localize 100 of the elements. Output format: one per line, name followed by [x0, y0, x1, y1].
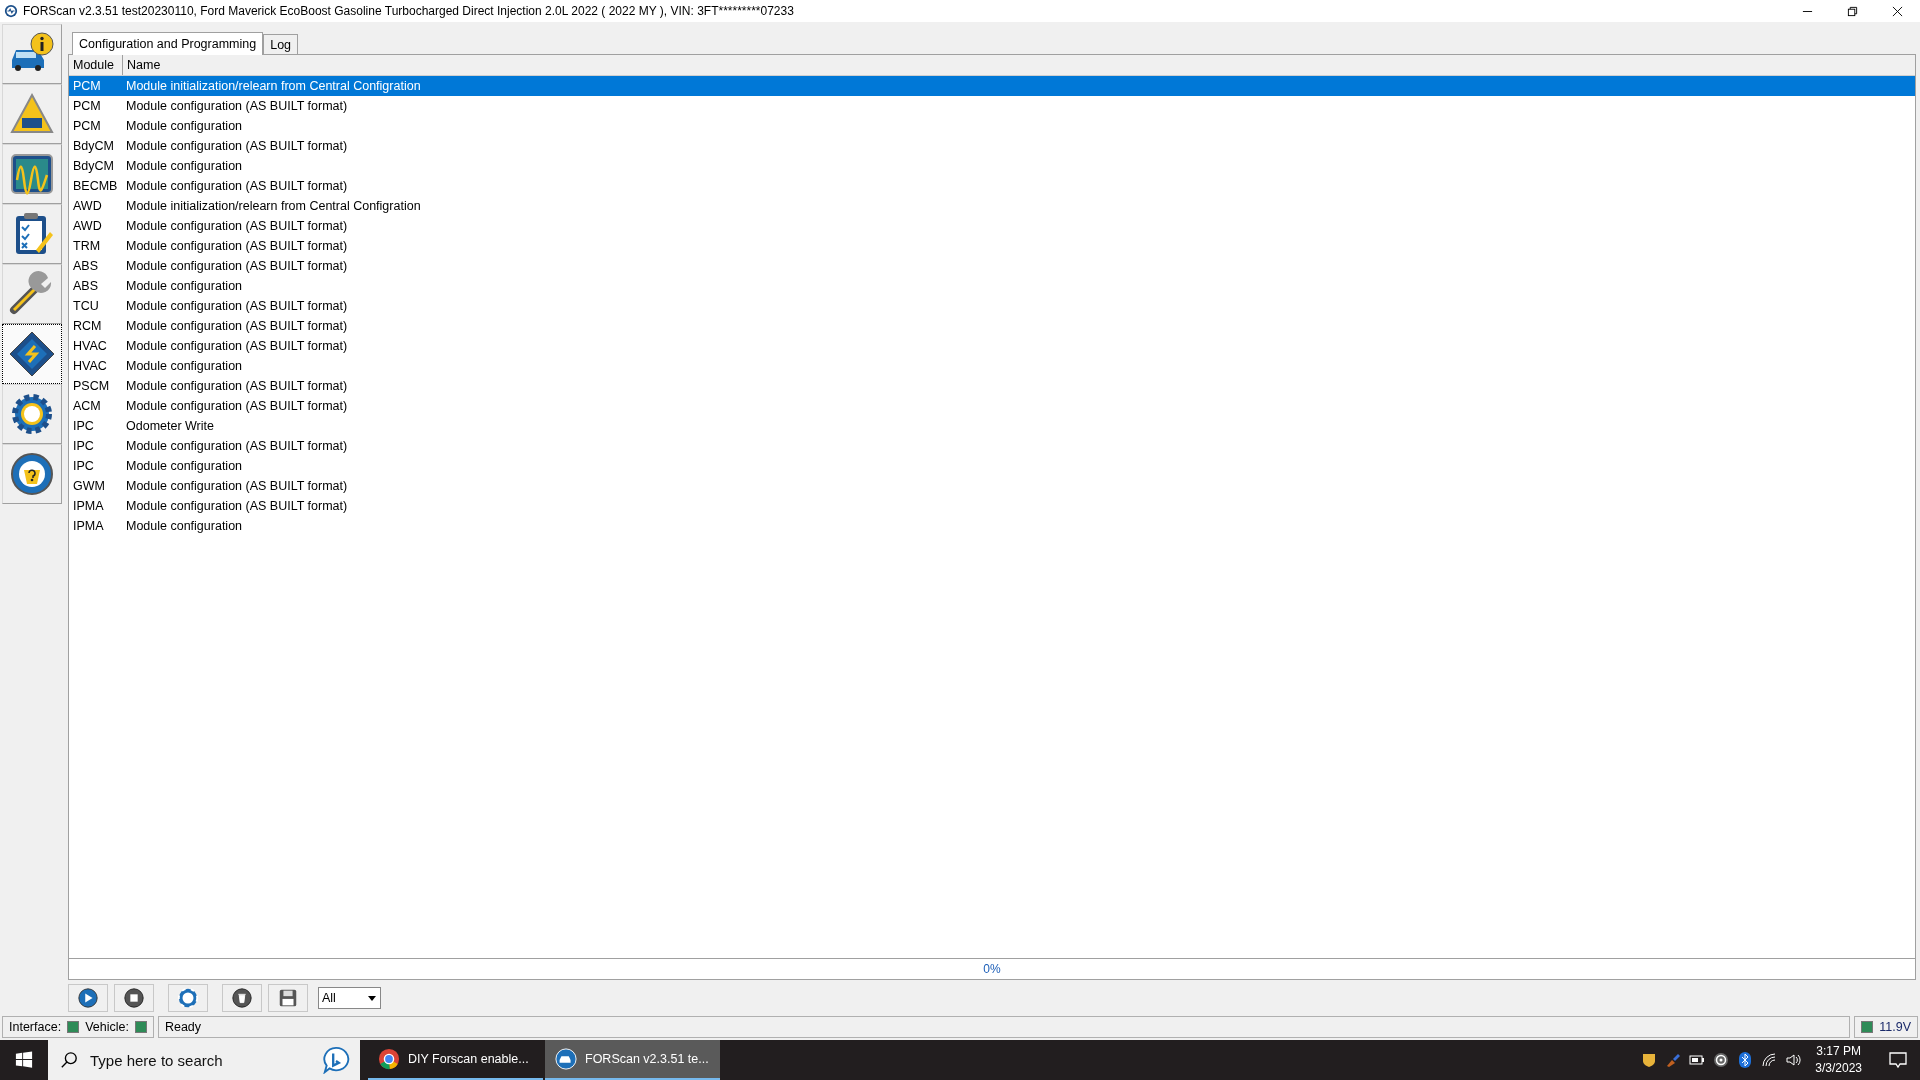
name-cell-text: Module configuration (AS BUILT format) [125, 399, 348, 413]
table-row[interactable]: TRM Module configuration (AS BUILT format) [69, 236, 1915, 256]
save-icon [277, 987, 299, 1009]
name-cell-text: Module configuration (AS BUILT format) [125, 499, 348, 513]
module-cell-text: BdyCM [72, 139, 115, 153]
vehicle-info-button[interactable] [2, 24, 62, 84]
module-cell-text: IPC [72, 439, 95, 453]
oscilloscope-button[interactable] [2, 144, 62, 204]
taskbar-app[interactable]: FORScan v2.3.51 te... [545, 1040, 720, 1080]
clock[interactable]: 3:17 PM 3/3/2023 [1815, 1043, 1862, 1077]
module-cell-text: BECMB [72, 179, 119, 193]
dtc-button[interactable] [2, 84, 62, 144]
table-row[interactable]: ACM Module configuration (AS BUILT format) [69, 396, 1915, 416]
name-cell-text: Module configuration (AS BUILT format) [125, 99, 348, 113]
module-cell-text: IPC [72, 459, 95, 473]
table-row[interactable]: BECMB Module configuration (AS BUILT format) [69, 176, 1915, 196]
name-cell-text: Odometer Write [125, 419, 214, 433]
table-row[interactable]: BdyCM Module configuration [69, 156, 1915, 176]
name-cell-text: Module configuration [125, 119, 243, 133]
battery-icon[interactable] [1689, 1052, 1706, 1068]
table-row[interactable]: ABS Module configuration (AS BUILT format) [69, 256, 1915, 276]
play-button[interactable] [68, 984, 108, 1012]
wrench-button[interactable] [2, 264, 62, 324]
wifi-icon[interactable] [1761, 1052, 1778, 1068]
taskbar-app[interactable]: DIY Forscan enable... [368, 1040, 543, 1080]
search-field[interactable]: Type here to search [48, 1040, 360, 1080]
name-cell-text: Module configuration (AS BUILT format) [125, 139, 348, 153]
voltage-reading: 11.9V [1879, 1020, 1911, 1034]
table-row[interactable]: IPC Module configuration [69, 456, 1915, 476]
module-cell-text: BdyCM [72, 159, 115, 173]
name-cell-text: Module configuration (AS BUILT format) [125, 259, 348, 273]
shield-icon[interactable] [1641, 1052, 1658, 1068]
play-icon [77, 987, 99, 1009]
chip-button[interactable] [2, 324, 62, 384]
table-row[interactable]: IPMA Module configuration (AS BUILT format) [69, 496, 1915, 516]
chat-bubble-icon[interactable] [322, 1046, 350, 1074]
spiral-icon[interactable] [1713, 1052, 1730, 1068]
gear-button[interactable] [2, 384, 62, 444]
name-cell-text: Module configuration (AS BUILT format) [125, 479, 348, 493]
notification-icon[interactable] [1888, 1050, 1908, 1070]
table-row[interactable]: IPC Module configuration (AS BUILT format) [69, 436, 1915, 456]
module-cell-text: IPMA [72, 499, 105, 513]
help-button[interactable] [2, 444, 62, 504]
table-row[interactable]: GWM Module configuration (AS BUILT format) [69, 476, 1915, 496]
brush-icon[interactable] [1665, 1052, 1682, 1068]
search-input[interactable]: Type here to search [88, 1050, 312, 1070]
search-icon [60, 1051, 78, 1069]
table-row[interactable]: IPMA Module configuration [69, 516, 1915, 536]
help-button[interactable] [168, 984, 208, 1012]
module-cell-text: AWD [72, 219, 103, 233]
module-cell-text: IPC [72, 419, 95, 433]
bluetooth-icon[interactable] [1737, 1052, 1754, 1068]
tab[interactable]: Configuration and Programming [72, 32, 264, 55]
name-cell-text: Module configuration (AS BUILT format) [125, 379, 348, 393]
name-cell-text: Module configuration (AS BUILT format) [125, 239, 348, 253]
table-row[interactable]: TCU Module configuration (AS BUILT format) [69, 296, 1915, 316]
interface-label: Interface: [9, 1020, 62, 1034]
module-cell-text: HVAC [72, 339, 108, 353]
save-button[interactable] [268, 984, 308, 1012]
speaker-icon[interactable] [1785, 1052, 1802, 1068]
delete-button[interactable] [222, 984, 262, 1012]
module-cell-text: PCM [72, 99, 102, 113]
module-cell-text: PCM [72, 79, 102, 93]
name-cell-text: Module configuration (AS BUILT format) [125, 299, 348, 313]
table-row[interactable]: HVAC Module configuration (AS BUILT format) [69, 336, 1915, 356]
name-cell-text: Module configuration (AS BUILT format) [125, 339, 348, 353]
stop-button[interactable] [114, 984, 154, 1012]
table-row[interactable]: PCM Module initialization/relearn from Central Configration [69, 76, 1915, 96]
module-cell-text: IPMA [72, 519, 105, 533]
table-row[interactable]: PCM Module configuration [69, 116, 1915, 136]
name-cell-text: Module configuration (AS BUILT format) [125, 179, 348, 193]
table-row[interactable]: HVAC Module configuration [69, 356, 1915, 376]
table-row[interactable]: PSCM Module configuration (AS BUILT format) [69, 376, 1915, 396]
table-row[interactable]: AWD Module configuration (AS BUILT format) [69, 216, 1915, 236]
stop-icon [123, 987, 145, 1009]
window-title: FORScan v2.3.51 test20230110, Ford Maverick EcoBoost Gasoline Turbocharged Direct Injection 2.0L 2022 ( 2022 MY ), VIN: 3FT*********07233 [23, 4, 794, 18]
table-row[interactable]: BdyCM Module configuration (AS BUILT format) [69, 136, 1915, 156]
table-row[interactable]: IPC Odometer Write [69, 416, 1915, 436]
app-icon [4, 4, 18, 18]
table-row[interactable]: PCM Module configuration (AS BUILT format) [69, 96, 1915, 116]
table-row[interactable]: RCM Module configuration (AS BUILT format) [69, 316, 1915, 336]
module-cell-text: ABS [72, 279, 99, 293]
table-row[interactable]: ABS Module configuration [69, 276, 1915, 296]
delete-icon [231, 987, 253, 1009]
status-message: Ready [164, 1020, 202, 1034]
module-cell-text: TRM [72, 239, 102, 253]
tab[interactable]: Log [263, 34, 299, 54]
column-header[interactable]: Name [123, 55, 1915, 75]
module-cell-text: PSCM [72, 379, 111, 393]
name-cell-text: Module configuration (AS BUILT format) [125, 439, 348, 453]
name-cell-text: Module initialization/relearn from Central Configration [125, 199, 421, 213]
name-cell-text: Module configuration [125, 279, 243, 293]
table-row[interactable]: AWD Module initialization/relearn from Central Configration [69, 196, 1915, 216]
name-cell-text: Module configuration (AS BUILT format) [125, 219, 348, 233]
vehicle-label: Vehicle: [85, 1020, 129, 1034]
filter-dropdown[interactable]: All [318, 987, 381, 1009]
module-cell-text: RCM [72, 319, 103, 333]
name-cell-text: Module initialization/relearn from Central Configration [125, 79, 421, 93]
checklist-button[interactable] [2, 204, 62, 264]
column-header[interactable]: Module [69, 55, 123, 75]
